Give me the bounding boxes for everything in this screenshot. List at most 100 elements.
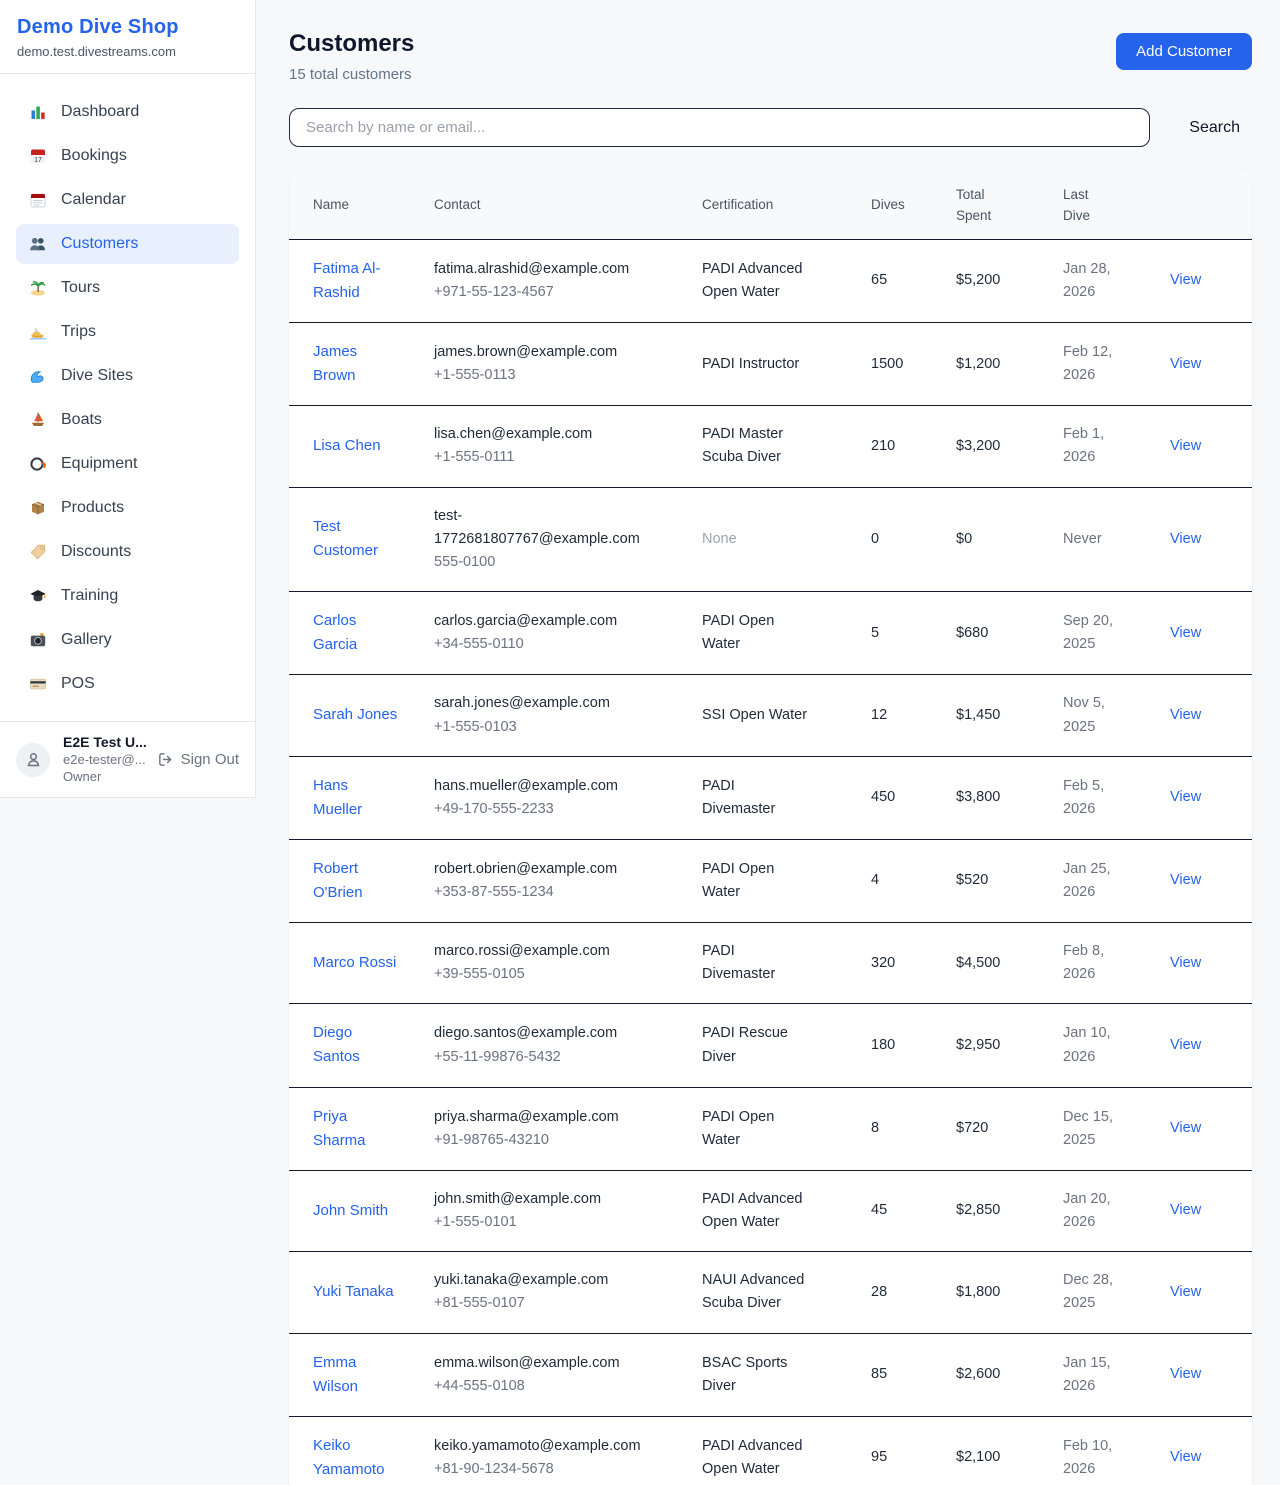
customer-name-link[interactable]: Carlos Garcia <box>313 609 401 657</box>
customer-name-link[interactable]: Priya Sharma <box>313 1105 401 1153</box>
customer-email: carlos.garcia@example.com <box>434 610 646 633</box>
sidebar-item-training[interactable]: Training <box>16 576 239 616</box>
customer-last-dive: Dec 15, 2025 <box>1063 1106 1125 1152</box>
customer-email: james.brown@example.com <box>434 341 646 364</box>
customer-name-link[interactable]: Lisa Chen <box>313 434 381 458</box>
customer-total-spent: $2,100 <box>956 1449 1000 1465</box>
customer-name-link[interactable]: Emma Wilson <box>313 1351 401 1399</box>
sailboat-icon <box>29 411 47 429</box>
customer-dives: 85 <box>871 1366 887 1382</box>
sidebar-item-tours[interactable]: Tours <box>16 268 239 308</box>
customer-last-dive: Jan 25, 2026 <box>1063 858 1125 904</box>
sidebar-item-label: Tours <box>61 279 100 297</box>
sidebar-item-dashboard[interactable]: Dashboard <box>16 92 239 132</box>
sidebar-item-label: Gallery <box>61 631 112 649</box>
view-customer-link[interactable]: View <box>1170 272 1201 288</box>
customer-phone: +1-555-0113 <box>434 364 678 387</box>
sidebar-item-customers[interactable]: Customers <box>16 224 239 264</box>
customer-name-link[interactable]: Sarah Jones <box>313 703 397 727</box>
column-header: Last Dive <box>1063 173 1170 239</box>
main-content: Customers 15 total customers Add Custome… <box>256 0 1280 1485</box>
brand-title: Demo Dive Shop <box>17 16 239 39</box>
customer-name-link[interactable]: Marco Rossi <box>313 951 396 975</box>
customer-name-link[interactable]: James Brown <box>313 340 401 388</box>
sidebar-item-gallery[interactable]: Gallery <box>16 620 239 660</box>
sidebar-item-pos[interactable]: POS <box>16 664 239 704</box>
customer-name-link[interactable]: Fatima Al-Rashid <box>313 257 401 305</box>
table-row: Marco Rossi marco.rossi@example.com +39-… <box>289 923 1252 1004</box>
customer-total-spent: $3,200 <box>956 438 1000 454</box>
view-customer-link[interactable]: View <box>1170 955 1201 971</box>
customer-total-spent: $1,450 <box>956 707 1000 723</box>
view-customer-link[interactable]: View <box>1170 789 1201 805</box>
view-customer-link[interactable]: View <box>1170 1449 1201 1465</box>
add-customer-button[interactable]: Add Customer <box>1116 33 1252 70</box>
avatar <box>16 743 50 777</box>
sidebar-item-boats[interactable]: Boats <box>16 400 239 440</box>
view-customer-link[interactable]: View <box>1170 872 1201 888</box>
table-row: Emma Wilson emma.wilson@example.com +44-… <box>289 1333 1252 1416</box>
view-customer-link[interactable]: View <box>1170 531 1201 547</box>
table-row: Diego Santos diego.santos@example.com +5… <box>289 1004 1252 1087</box>
customer-total-spent: $680 <box>956 625 988 641</box>
sidebar-item-products[interactable]: Products <box>16 488 239 528</box>
view-customer-link[interactable]: View <box>1170 1284 1201 1300</box>
customer-certification: PADI Instructor <box>702 353 812 376</box>
table-row: Yuki Tanaka yuki.tanaka@example.com +81-… <box>289 1252 1252 1333</box>
sidebar-item-trips[interactable]: Trips <box>16 312 239 352</box>
view-customer-link[interactable]: View <box>1170 625 1201 641</box>
user-role: Owner <box>63 768 144 785</box>
table-row: Fatima Al-Rashid fatima.alrashid@example… <box>289 239 1252 322</box>
customer-dives: 210 <box>871 438 895 454</box>
customer-certification: NAUI Advanced Scuba Diver <box>702 1269 812 1315</box>
customer-total-spent: $520 <box>956 872 988 888</box>
sign-out-button[interactable]: Sign Out <box>157 751 239 768</box>
customer-phone: +91-98765-43210 <box>434 1129 678 1152</box>
customer-name-link[interactable]: Keiko Yamamoto <box>313 1434 401 1482</box>
sidebar-item-dive-sites[interactable]: Dive Sites <box>16 356 239 396</box>
view-customer-link[interactable]: View <box>1170 1120 1201 1136</box>
sidebar-item-equipment[interactable]: Equipment <box>16 444 239 484</box>
customer-name-link[interactable]: Robert O'Brien <box>313 857 401 905</box>
view-customer-link[interactable]: View <box>1170 707 1201 723</box>
view-customer-link[interactable]: View <box>1170 1037 1201 1053</box>
sidebar-item-calendar[interactable]: Calendar <box>16 180 239 220</box>
page-header: Customers 15 total customers Add Custome… <box>289 30 1252 83</box>
view-customer-link[interactable]: View <box>1170 1366 1201 1382</box>
search-button[interactable]: Search <box>1177 111 1252 145</box>
customer-last-dive: Never <box>1063 528 1125 551</box>
view-customer-link[interactable]: View <box>1170 356 1201 372</box>
customer-name-link[interactable]: Test Customer <box>313 515 401 563</box>
customer-last-dive: Feb 5, 2026 <box>1063 775 1125 821</box>
customer-name-link[interactable]: Diego Santos <box>313 1021 401 1069</box>
customer-email: lisa.chen@example.com <box>434 423 646 446</box>
sidebar-item-discounts[interactable]: Discounts <box>16 532 239 572</box>
view-customer-link[interactable]: View <box>1170 1202 1201 1218</box>
customer-dives: 28 <box>871 1284 887 1300</box>
customer-name-link[interactable]: Yuki Tanaka <box>313 1280 394 1304</box>
camera-icon <box>29 631 47 649</box>
search-row: Search <box>289 108 1252 147</box>
sidebar-item-label: Customers <box>61 235 138 253</box>
view-customer-link[interactable]: View <box>1170 438 1201 454</box>
customer-name-link[interactable]: Hans Mueller <box>313 774 401 822</box>
customer-dives: 12 <box>871 707 887 723</box>
customer-total-spent: $2,950 <box>956 1037 1000 1053</box>
customer-phone: +55-11-99876-5432 <box>434 1046 678 1069</box>
people-icon <box>29 235 47 253</box>
customer-certification: PADI Advanced Open Water <box>702 258 812 304</box>
sidebar-item-label: Trips <box>61 323 96 341</box>
sidebar-item-bookings[interactable]: 17Bookings <box>16 136 239 176</box>
customer-name-link[interactable]: John Smith <box>313 1199 388 1223</box>
customer-email: marco.rossi@example.com <box>434 940 646 963</box>
page-subtitle: 15 total customers <box>289 66 414 83</box>
column-header <box>1170 173 1252 239</box>
customer-phone: +1-555-0111 <box>434 446 678 469</box>
user-info: E2E Test U... e2e-tester@... Owner <box>63 734 144 785</box>
island-icon <box>29 279 47 297</box>
wave-icon <box>29 367 47 385</box>
table-row: Carlos Garcia carlos.garcia@example.com … <box>289 592 1252 675</box>
search-input[interactable] <box>289 108 1150 147</box>
customer-phone: +81-555-0107 <box>434 1292 678 1315</box>
customer-last-dive: Feb 12, 2026 <box>1063 341 1125 387</box>
